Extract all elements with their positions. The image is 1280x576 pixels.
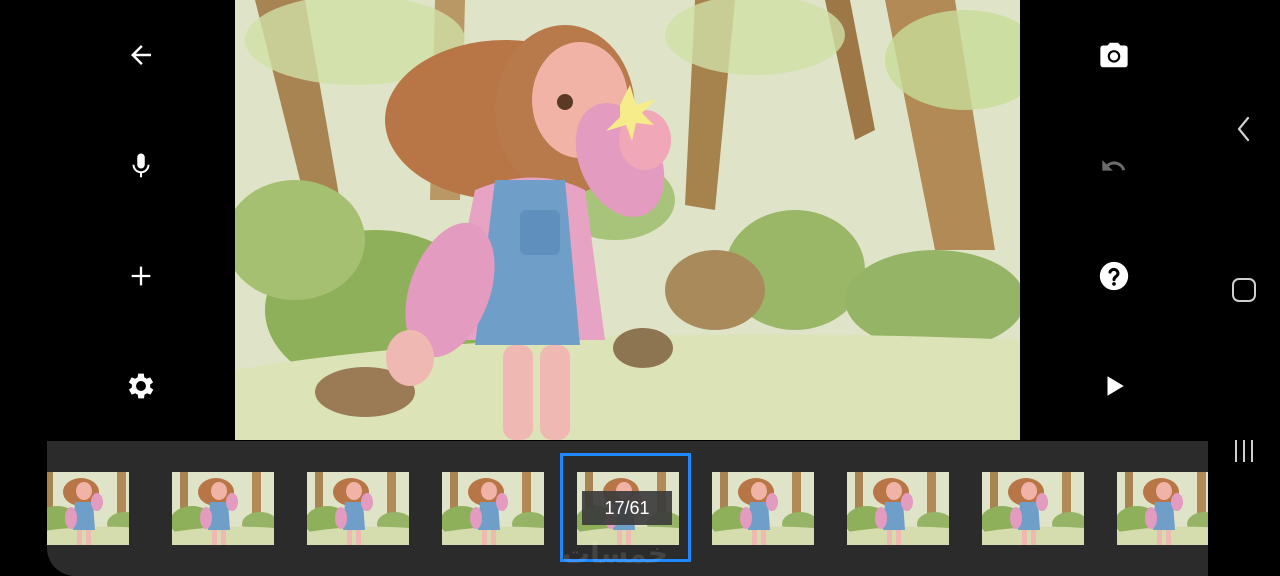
- three-bars-icon: [1235, 440, 1253, 462]
- help-icon: [1099, 261, 1129, 291]
- microphone-icon: [132, 153, 150, 178]
- frame-filmstrip[interactable]: 17/61 خمسات: [47, 441, 1208, 576]
- capture-button[interactable]: [1086, 27, 1142, 83]
- system-home-button[interactable]: [1216, 262, 1272, 318]
- frame-thumbnail[interactable]: [847, 472, 949, 545]
- camera-icon: [1100, 42, 1128, 68]
- watermark: خمسات: [562, 537, 669, 570]
- microphone-button[interactable]: [113, 138, 169, 194]
- settings-button[interactable]: [113, 358, 169, 414]
- play-button[interactable]: [1086, 358, 1142, 414]
- frame-thumbnail[interactable]: [172, 472, 274, 545]
- frame-thumbnail[interactable]: [712, 472, 814, 545]
- thumbnail-image: [47, 472, 129, 545]
- gear-icon: [128, 373, 154, 399]
- thumbnail-image: [712, 472, 814, 545]
- thumbnail-image: [982, 472, 1084, 545]
- undo-icon: [1102, 160, 1126, 171]
- frame-image: [235, 0, 1020, 440]
- system-recents-button[interactable]: [1216, 423, 1272, 479]
- plus-icon: [131, 266, 151, 286]
- rounded-square-icon: [1232, 278, 1256, 302]
- frame-counter: 17/61: [582, 491, 672, 525]
- chevron-left-icon: [1237, 116, 1250, 142]
- frame-thumbnail[interactable]: [47, 472, 129, 545]
- thumbnail-image: [442, 472, 544, 545]
- undo-button[interactable]: [1086, 138, 1142, 194]
- thumbnail-image: [307, 472, 409, 545]
- help-button[interactable]: [1086, 248, 1142, 304]
- frame-thumbnail[interactable]: [442, 472, 544, 545]
- frame-thumbnail[interactable]: [1117, 472, 1208, 545]
- thumbnail-image: [172, 472, 274, 545]
- thumbnail-image: [847, 472, 949, 545]
- add-button[interactable]: [113, 248, 169, 304]
- play-icon: [1107, 376, 1124, 396]
- thumbnail-image: [1117, 472, 1208, 545]
- frame-preview[interactable]: [235, 0, 1020, 440]
- system-navigation-bar: [1208, 0, 1280, 576]
- back-button[interactable]: [113, 27, 169, 83]
- frame-thumbnail[interactable]: [307, 472, 409, 545]
- frame-thumbnail[interactable]: [982, 472, 1084, 545]
- arrow-left-icon: [131, 45, 151, 65]
- system-back-button[interactable]: [1216, 101, 1272, 157]
